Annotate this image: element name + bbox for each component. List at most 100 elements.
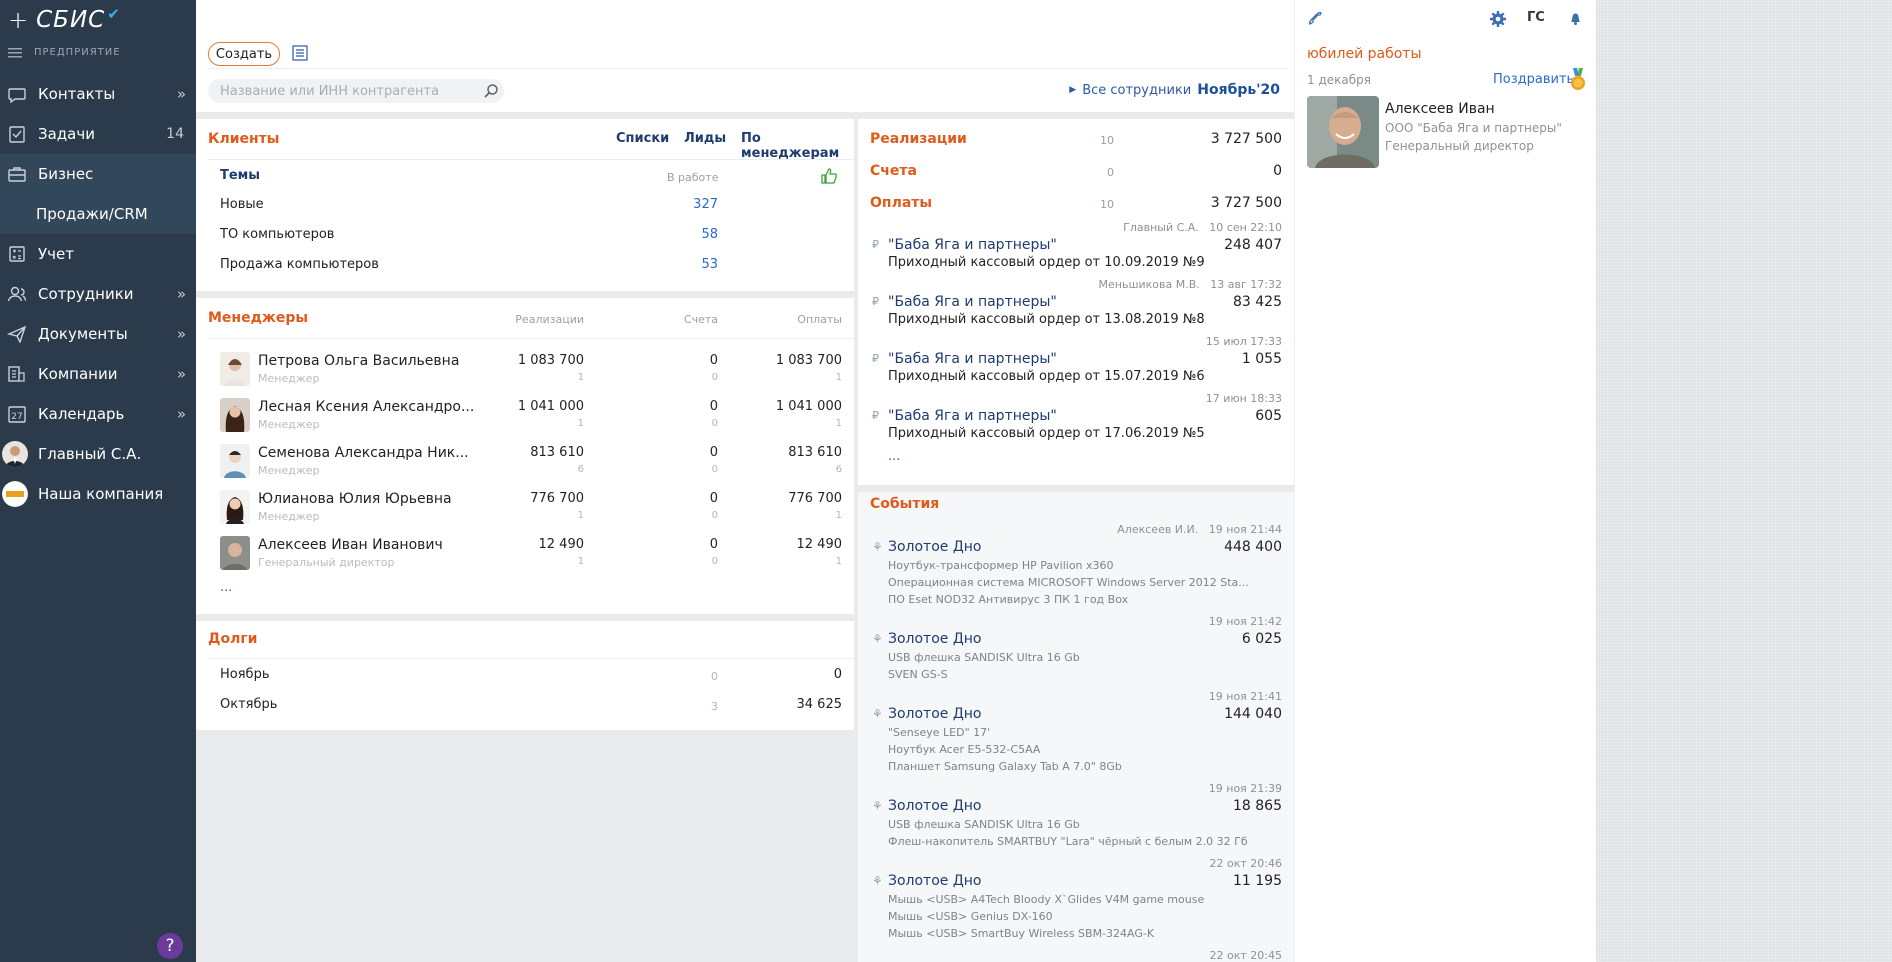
manager-invoices[interactable]: 0	[710, 537, 718, 552]
doc-counterparty[interactable]: ₽ "Баба Яга и партнеры"	[872, 294, 1057, 310]
help-button[interactable]: ?	[157, 933, 183, 959]
phone-icon[interactable]	[1307, 10, 1323, 26]
all-employees-filter[interactable]: Все сотрудники	[1082, 83, 1191, 98]
doc-description[interactable]: Приходный кассовый ордер от 10.09.2019 №…	[888, 255, 1205, 270]
manager-name[interactable]: Семенова Александра Ник...	[258, 445, 469, 461]
create-button[interactable]: Создать	[208, 42, 280, 66]
manager-realizations[interactable]: 776 700	[530, 491, 584, 506]
doc-sum[interactable]: 248 407	[1224, 237, 1282, 253]
tab-leads[interactable]: Лиды	[684, 131, 726, 146]
managers-title[interactable]: Менеджеры	[208, 310, 308, 326]
tab-by-managers[interactable]: По менеджерам	[741, 131, 854, 161]
theme-row-label[interactable]: Новые	[220, 197, 264, 212]
sidebar-item-tasks[interactable]: Задачи 14	[0, 114, 196, 154]
more-link[interactable]: ...	[888, 449, 900, 464]
debt-row-value[interactable]: 0	[834, 667, 842, 682]
doc-sum[interactable]: 605	[1255, 408, 1282, 424]
plus-icon[interactable]: +	[8, 6, 28, 34]
expand-icon[interactable]: »	[177, 85, 186, 103]
doc-sum[interactable]: 83 425	[1233, 294, 1282, 310]
org-switcher[interactable]: ПРЕДПРИЯТИЕ	[8, 47, 121, 58]
theme-row-label[interactable]: Продажа компьютеров	[220, 257, 379, 272]
expand-icon[interactable]: »	[177, 365, 186, 383]
doc-counterparty[interactable]: ₽ "Баба Яга и партнеры"	[872, 408, 1057, 424]
menu-icon[interactable]	[8, 47, 22, 58]
manager-payments[interactable]: 1 083 700	[776, 353, 842, 368]
event-sum[interactable]: 11 195	[1233, 873, 1282, 889]
event-title[interactable]: ⚘ Золотое Дно	[872, 873, 982, 889]
notification-icon[interactable]	[1567, 10, 1583, 26]
manager-invoices[interactable]: 0	[710, 491, 718, 506]
search-input[interactable]	[208, 79, 504, 103]
sidebar-item-user[interactable]: Главный С.А.	[0, 434, 196, 474]
doc-counterparty[interactable]: ₽ "Баба Яга и партнеры"	[872, 237, 1057, 253]
event-title[interactable]: ⚘ Золотое Дно	[872, 539, 982, 555]
manager-payments[interactable]: 813 610	[788, 445, 842, 460]
manager-name[interactable]: Петрова Ольга Васильевна	[258, 353, 459, 369]
manager-name[interactable]: Юлианова Юлия Юрьевна	[258, 491, 452, 507]
theme-row-value[interactable]: 58	[701, 227, 718, 242]
sidebar-item-our-company[interactable]: Наша компания	[0, 474, 196, 514]
clients-title[interactable]: Клиенты	[208, 131, 279, 147]
theme-row-value[interactable]: 327	[693, 197, 718, 212]
search-icon[interactable]	[483, 83, 499, 99]
expand-icon[interactable]: »	[177, 405, 186, 423]
event-sum[interactable]: 18 865	[1233, 798, 1282, 814]
manager-name[interactable]: Алексеев Иван Иванович	[258, 537, 443, 553]
doc-counterparty[interactable]: ₽ "Баба Яга и партнеры"	[872, 351, 1057, 367]
manager-payments[interactable]: 776 700	[788, 491, 842, 506]
event-sum[interactable]: 6 025	[1242, 631, 1282, 647]
sidebar-item-accounting[interactable]: Учет	[0, 234, 196, 274]
gear-icon[interactable]	[1489, 10, 1507, 28]
person-photo[interactable]	[1307, 96, 1379, 168]
finance-value[interactable]: 3 727 500	[1211, 131, 1282, 147]
debt-row-label[interactable]: Ноябрь	[220, 667, 269, 682]
finance-realizations-label[interactable]: Реализации	[870, 131, 967, 147]
finance-invoices-label[interactable]: Счета	[870, 163, 917, 179]
sidebar-item-companies[interactable]: Компании »	[0, 354, 196, 394]
sidebar-item-employees[interactable]: Сотрудники »	[0, 274, 196, 314]
finance-value[interactable]: 3 727 500	[1211, 195, 1282, 211]
theme-row-value[interactable]: 53	[701, 257, 718, 272]
sidebar-item-calendar[interactable]: 27 Календарь »	[0, 394, 196, 434]
manager-realizations[interactable]: 1 083 700	[518, 353, 584, 368]
manager-name[interactable]: Лесная Ксения Александро...	[258, 399, 474, 415]
list-icon[interactable]	[292, 45, 308, 61]
doc-description[interactable]: Приходный кассовый ордер от 17.06.2019 №…	[888, 426, 1205, 441]
manager-invoices[interactable]: 0	[710, 353, 718, 368]
finance-payments-label[interactable]: Оплаты	[870, 195, 932, 211]
expand-icon[interactable]: »	[177, 285, 186, 303]
congratulate-link[interactable]: Поздравить	[1493, 72, 1574, 87]
expand-icon[interactable]: »	[177, 325, 186, 343]
sidebar-item-sales-crm[interactable]: Продажи/CRM	[0, 194, 196, 234]
period-label[interactable]: Ноябрь'20	[1197, 82, 1280, 98]
manager-invoices[interactable]: 0	[710, 445, 718, 460]
sidebar-item-contacts[interactable]: Контакты »	[0, 74, 196, 114]
thumbs-up-icon[interactable]	[820, 167, 838, 185]
sidebar-item-business[interactable]: Бизнес	[0, 154, 196, 194]
event-title[interactable]: ⚘ Золотое Дно	[872, 631, 982, 647]
logo[interactable]: + СБИС ✔	[8, 5, 120, 34]
doc-description[interactable]: Приходный кассовый ордер от 15.07.2019 №…	[888, 369, 1205, 384]
debt-row-label[interactable]: Октябрь	[220, 697, 277, 712]
manager-realizations[interactable]: 813 610	[530, 445, 584, 460]
manager-realizations[interactable]: 12 490	[539, 537, 585, 552]
person-name[interactable]: Алексеев Иван	[1385, 101, 1495, 117]
more-link[interactable]: ...	[220, 580, 232, 595]
manager-payments[interactable]: 12 490	[797, 537, 843, 552]
doc-description[interactable]: Приходный кассовый ордер от 13.08.2019 №…	[888, 312, 1205, 327]
debts-title[interactable]: Долги	[208, 631, 257, 647]
events-title[interactable]: События	[870, 496, 939, 512]
manager-invoices[interactable]: 0	[710, 399, 718, 414]
doc-sum[interactable]: 1 055	[1242, 351, 1282, 367]
event-title[interactable]: ⚘ Золотое Дно	[872, 798, 982, 814]
sidebar-item-documents[interactable]: Документы »	[0, 314, 196, 354]
period-selector[interactable]: ▶ Все сотрудники Ноябрь'20	[1069, 82, 1280, 98]
event-sum[interactable]: 448 400	[1224, 539, 1282, 555]
tab-lists[interactable]: Списки	[616, 131, 669, 146]
theme-row-label[interactable]: ТО компьютеров	[220, 227, 334, 242]
event-sum[interactable]: 144 040	[1224, 706, 1282, 722]
finance-value[interactable]: 0	[1273, 163, 1282, 179]
debt-row-value[interactable]: 34 625	[797, 697, 843, 712]
event-title[interactable]: ⚘ Золотое Дно	[872, 706, 982, 722]
